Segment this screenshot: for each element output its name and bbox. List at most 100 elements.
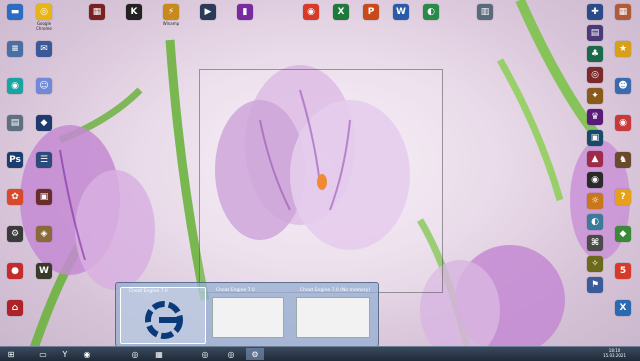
app-icon[interactable]: ▦ (150, 348, 168, 360)
desktop-icon-right-4[interactable]: ♞ (608, 152, 638, 179)
obs-icon[interactable]: ◎ (126, 348, 144, 360)
desktop-icon-top-7[interactable]: P (356, 4, 386, 31)
desktop-icon-left-0[interactable]: ▬ (0, 4, 30, 31)
system-clock[interactable]: 18:10 15.03.2021 (603, 348, 626, 358)
desktop-icon-top-4[interactable]: ▮ (230, 4, 260, 31)
desktop-icon-left-6[interactable]: ⚙ (0, 226, 30, 253)
opera-icon[interactable]: ◉ (78, 348, 96, 360)
desktop-icon-label (356, 21, 386, 31)
aero-peek-window-outline (199, 69, 443, 293)
desktop-icon-top-3[interactable]: ▶ (193, 4, 223, 31)
desktop-icon-label (29, 206, 59, 216)
desktop-icon-top-2[interactable]: ⚡ Winamp (156, 4, 186, 31)
chrome-icon[interactable]: ◎ (196, 348, 214, 360)
desktop-icon-image-icon: ◈ (36, 226, 52, 242)
desktop-icon-left2-4[interactable]: ☰ (29, 152, 59, 179)
thumbnail-title: Cheat Engine 7.0 (129, 289, 168, 294)
thumbnail-preview (296, 297, 370, 338)
desktop-icon-right2-13[interactable]: ⚑ (580, 277, 610, 304)
desktop-icon-label (29, 243, 59, 253)
desktop-icon-left2-6[interactable]: ◈ (29, 226, 59, 253)
desktop-icon-top-10[interactable]: ▥ (470, 4, 500, 31)
desktop-icon-image-icon: ◉ (587, 172, 603, 188)
desktop-icon-right-7[interactable]: 5 (608, 263, 638, 290)
desktop-icon-image-icon: ◎ (587, 67, 603, 83)
desktop-icon-right-8[interactable]: X (608, 300, 638, 327)
taskbar-thumbnail-strip: Cheat Engine 7.0 Cheat Engine 7.0 Cheat … (115, 282, 379, 347)
desktop-icon-image-icon: ⚙ (7, 226, 23, 242)
desktop-icon-image-icon: ✿ (7, 189, 23, 205)
desktop-icon-image-icon: ≡ (7, 41, 23, 57)
desktop-icon-left-3[interactable]: ▤ (0, 115, 30, 142)
desktop-icon-image-icon: ▲ (587, 151, 603, 167)
thumbnail-cheat-engine-3[interactable]: Cheat Engine 7.0 (No memory) (292, 287, 374, 342)
desktop-icon-image-icon: ▬ (7, 4, 23, 20)
desktop-icon-left2-0[interactable]: ◎ Google Chrome (29, 4, 59, 31)
start-button-icon[interactable]: ⊞ (2, 348, 20, 360)
desktop-icon-image-icon: X (333, 4, 349, 20)
desktop-icon-image-icon: ◐ (423, 4, 439, 20)
desktop-icon-image-icon: ♣ (587, 46, 603, 62)
desktop-icon-left-5[interactable]: ✿ (0, 189, 30, 216)
thumbnail-cheat-engine-2[interactable]: Cheat Engine 7.0 (208, 287, 288, 342)
desktop-icon-image-icon: ▣ (587, 130, 603, 146)
clock-date: 15.03.2021 (603, 353, 626, 358)
desktop-icon-top-8[interactable]: W (386, 4, 416, 31)
yandex-icon[interactable]: Y (56, 348, 74, 360)
desktop-icon-label (608, 206, 638, 216)
desktop-icon-label (580, 294, 610, 304)
desktop-icon-image-icon: Ps (7, 152, 23, 168)
desktop-icon-label (29, 280, 59, 290)
desktop-icon-right-0[interactable]: ▦ (608, 4, 638, 31)
cheat-engine-icon[interactable]: ⚙ (246, 348, 264, 360)
desktop-icon-top-5[interactable]: ◉ (296, 4, 326, 31)
desktop-icon-top-1[interactable]: K (119, 4, 149, 31)
desktop-icon-left-1[interactable]: ≡ (0, 41, 30, 68)
desktop-icon-left2-5[interactable]: ▣ (29, 189, 59, 216)
desktop-icon-label (0, 58, 30, 68)
thumbnail-title: Cheat Engine 7.0 (216, 288, 255, 293)
desktop-icon-image-icon: ⌘ (587, 235, 603, 251)
desktop-icon-image-icon: ⚡ (163, 4, 179, 20)
obs-icon-2[interactable]: ◎ (222, 348, 240, 360)
desktop-icon-image-icon: W (36, 263, 52, 279)
desktop-icon-left2-1[interactable]: ✉ (29, 41, 59, 68)
thumbnail-cheat-engine-1[interactable]: Cheat Engine 7.0 (120, 287, 206, 344)
desktop-icon-image-icon: ⌂ (7, 300, 23, 316)
desktop-icon-right-2[interactable]: ☻ (608, 78, 638, 105)
desktop-icon-top-0[interactable]: ▦ (82, 4, 112, 31)
desktop-icon-top-9[interactable]: ◐ (416, 4, 446, 31)
desktop-icon-image-icon: ✚ (587, 4, 603, 20)
desktop-icon-left2-7[interactable]: W (29, 263, 59, 290)
desktop-icon-image-icon: ◆ (615, 226, 631, 242)
desktop-icon-image-icon: ♞ (615, 152, 631, 168)
desktop-icon-right-5[interactable]: ? (608, 189, 638, 216)
desktop-icon-image-icon: ▦ (615, 4, 631, 20)
desktop-icon-top-6[interactable]: X (326, 4, 356, 31)
desktop-icon-image-icon: W (393, 4, 409, 20)
desktop-icon-right-3[interactable]: ◉ (608, 115, 638, 142)
desktop-icon-right-1[interactable]: ★ (608, 41, 638, 68)
desktop-icon-image-icon: ▣ (36, 189, 52, 205)
desktop-icon-image-icon: ☼ (587, 193, 603, 209)
thumbnail-preview (212, 297, 284, 338)
desktop-icon-image-icon: ♛ (587, 109, 603, 125)
desktop-icon-image-icon: ✉ (36, 41, 52, 57)
desktop-icon-label (0, 132, 30, 142)
desktop-icon-label (0, 280, 30, 290)
desktop-icon-left-2[interactable]: ◉ (0, 78, 30, 105)
desktop-icon-right-6[interactable]: ◆ (608, 226, 638, 253)
desktop-icon-label (29, 132, 59, 142)
desktop-icon-left-8[interactable]: ⌂ (0, 300, 30, 327)
desktop-icon-label (0, 206, 30, 216)
explorer-icon[interactable]: ▭ (34, 348, 52, 360)
desktop-icon-left2-3[interactable]: ◆ (29, 115, 59, 142)
desktop-icon-image-icon: ▮ (237, 4, 253, 20)
desktop-icon-left-7[interactable]: ● (0, 263, 30, 290)
desktop-icon-label (470, 21, 500, 31)
desktop-icon-label: Winamp (162, 21, 180, 26)
desktop-icon-left-4[interactable]: Ps (0, 152, 30, 179)
desktop-icon-label (0, 243, 30, 253)
desktop-icon-image-icon: X (615, 300, 631, 316)
desktop-icon-left2-2[interactable]: ☺ (29, 78, 59, 105)
